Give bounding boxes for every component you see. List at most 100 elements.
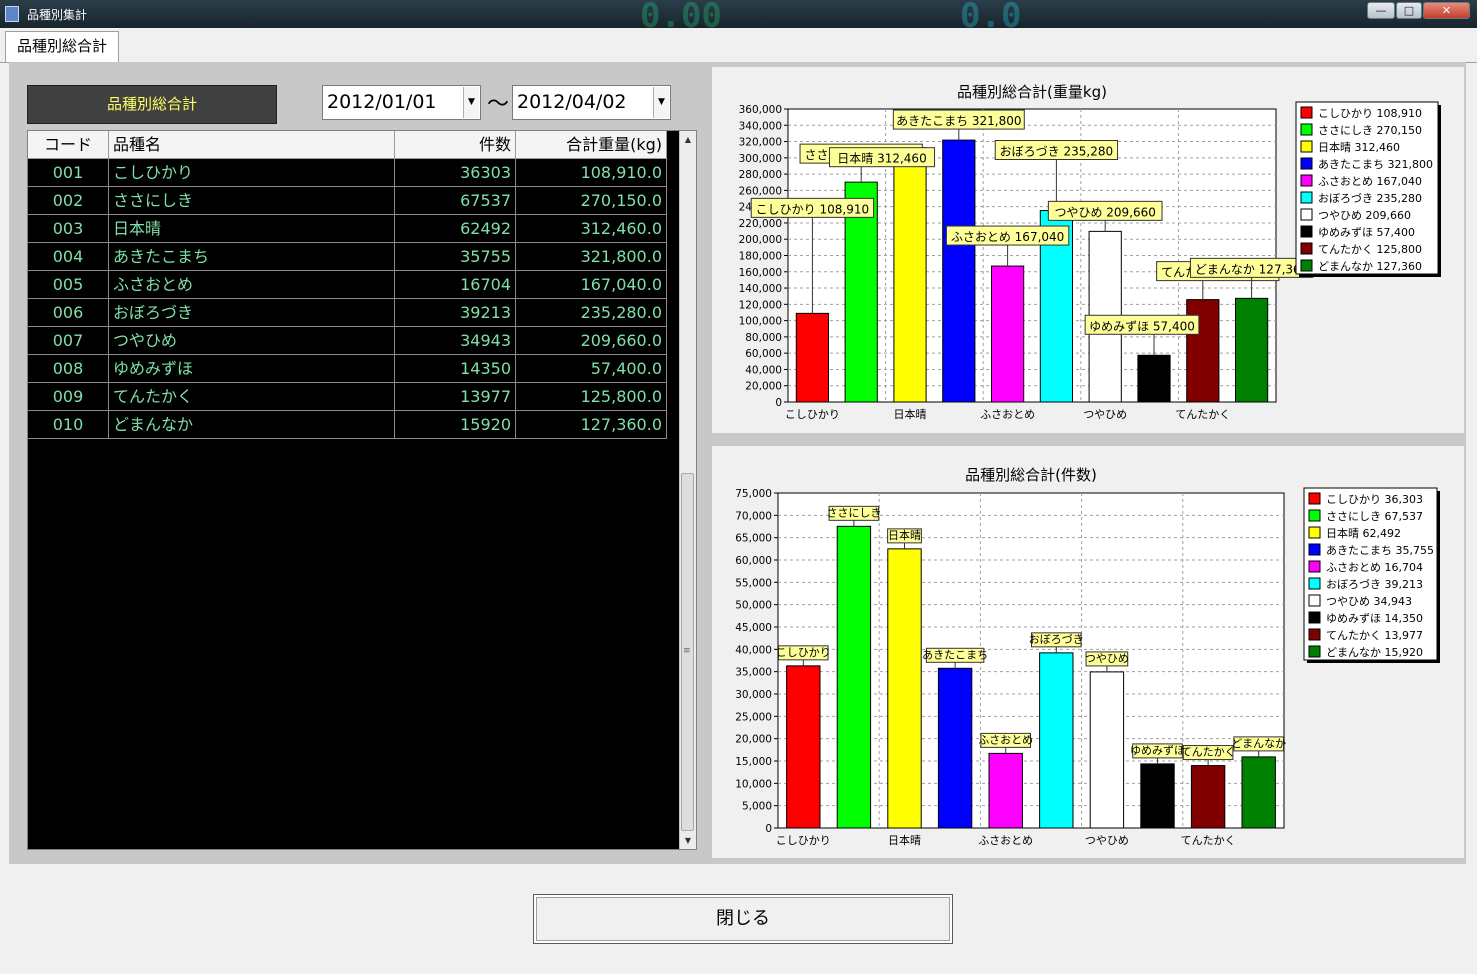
data-label: こしひかり 108,910	[756, 202, 869, 216]
legend-label: 日本晴 62,492	[1326, 526, 1401, 540]
date-range-separator: ～	[487, 92, 510, 117]
cell-weight: 312,460.0	[516, 215, 667, 243]
y-tick-label: 15,000	[735, 756, 772, 768]
x-tick-label: 日本晴	[888, 833, 921, 847]
cell-count: 34943	[395, 327, 516, 355]
app-window: 品種別集計 0.00 0.0 — □ ✕ 品種別総合計 品種別総合計 2012/…	[0, 0, 1477, 974]
data-grid[interactable]: コード 品種名 件数 合計重量(kg) 001 こしひかり 36303 108,910…	[27, 130, 697, 850]
y-tick-label: 40,000	[745, 364, 782, 376]
data-label: 日本晴 312,460	[837, 152, 926, 166]
cell-name: あきたこまち	[109, 243, 395, 271]
data-label: 日本晴	[888, 528, 921, 542]
column-header-code[interactable]: コード	[28, 131, 109, 159]
x-tick-label: てんたかく	[1175, 408, 1230, 421]
cell-weight: 125,800.0	[516, 383, 667, 411]
scroll-up-icon[interactable]: ▲	[680, 131, 696, 148]
cell-weight: 57,400.0	[516, 355, 667, 383]
cell-code: 006	[28, 299, 109, 327]
cell-name: ゆめみずほ	[109, 355, 395, 383]
table-row[interactable]: 010 どまんなか 15920 127,360.0	[28, 411, 667, 439]
y-tick-label: 75,000	[735, 488, 772, 500]
cell-count: 15920	[395, 411, 516, 439]
y-tick-label: 80,000	[745, 332, 782, 344]
data-label: おぼろづき 235,280	[1000, 145, 1113, 159]
maximize-button[interactable]: □	[1396, 2, 1422, 19]
date-from-select[interactable]: 2012/01/01 ▼	[322, 85, 481, 120]
y-tick-label: 65,000	[735, 533, 772, 545]
tab-summary[interactable]: 品種別総合計	[5, 31, 119, 62]
y-tick-label: 20,000	[735, 734, 772, 746]
scroll-down-icon[interactable]: ▼	[680, 832, 696, 849]
table-row[interactable]: 001 こしひかり 36303 108,910.0	[28, 159, 667, 187]
table-row[interactable]: 009 てんたかく 13977 125,800.0	[28, 383, 667, 411]
y-tick-label: 70,000	[735, 510, 772, 522]
y-tick-label: 20,000	[745, 381, 782, 393]
minimize-button[interactable]: —	[1367, 2, 1395, 19]
grid-scrollbar[interactable]: ▲ ≡ ▼	[679, 131, 696, 849]
cell-code: 007	[28, 327, 109, 355]
x-tick-label: ふさおとめ	[980, 408, 1035, 421]
dropdown-arrow-icon[interactable]: ▼	[653, 87, 669, 118]
grid-header: コード 品種名 件数 合計重量(kg)	[28, 131, 667, 159]
column-header-name[interactable]: 品種名	[109, 131, 395, 159]
legend-swatch	[1300, 191, 1313, 204]
data-label: どまんなか 127,360	[1195, 262, 1308, 276]
close-button[interactable]: 閉じる	[533, 894, 953, 944]
y-tick-label: 10,000	[735, 778, 772, 790]
table-row[interactable]: 004 あきたこまち 35755 321,800.0	[28, 243, 667, 271]
legend-swatch	[1300, 225, 1313, 238]
y-tick-label: 200,000	[739, 234, 782, 246]
legend-label: ふさおとめ 167,040	[1318, 175, 1422, 188]
legend-swatch	[1300, 140, 1313, 153]
table-row[interactable]: 003 日本晴 62492 312,460.0	[28, 215, 667, 243]
cell-weight: 270,150.0	[516, 187, 667, 215]
close-window-button[interactable]: ✕	[1423, 2, 1470, 19]
legend-swatch	[1308, 645, 1321, 658]
column-header-count[interactable]: 件数	[395, 131, 516, 159]
cell-name: どまんなか	[109, 411, 395, 439]
legend-label: おぼろづき 235,280	[1318, 192, 1422, 205]
cell-count: 62492	[395, 215, 516, 243]
column-header-weight[interactable]: 合計重量(kg)	[516, 131, 667, 159]
summary-heading-button[interactable]: 品種別総合計	[27, 85, 277, 124]
data-label: どまんなか	[1231, 737, 1286, 750]
dropdown-arrow-icon[interactable]: ▼	[463, 87, 479, 118]
legend-swatch	[1300, 123, 1313, 136]
y-tick-label: 50,000	[735, 600, 772, 612]
table-row[interactable]: 008 ゆめみずほ 14350 57,400.0	[28, 355, 667, 383]
x-tick-label: ふさおとめ	[978, 834, 1033, 847]
date-to-select[interactable]: 2012/04/02 ▼	[512, 85, 671, 120]
legend-swatch	[1308, 509, 1321, 522]
data-label: あきたこまち 321,800	[896, 114, 1021, 128]
data-label: おぼろづき	[1029, 633, 1084, 646]
table-row[interactable]: 006 おぼろづき 39213 235,280.0	[28, 299, 667, 327]
bar-7	[1089, 671, 1125, 829]
cell-name: つやひめ	[109, 327, 395, 355]
legend-swatch	[1300, 208, 1313, 221]
legend-label: つやひめ 209,660	[1318, 209, 1411, 222]
legend-label: おぼろづき 39,213	[1326, 578, 1423, 591]
cell-code: 004	[28, 243, 109, 271]
legend-swatch	[1308, 594, 1321, 607]
cell-code: 002	[28, 187, 109, 215]
bar-4	[942, 139, 976, 403]
legend-swatch	[1308, 526, 1321, 539]
bar-5	[988, 752, 1023, 829]
legend-swatch	[1308, 492, 1321, 505]
table-row[interactable]: 002 ささにしき 67537 270,150.0	[28, 187, 667, 215]
data-label: あきたこまち	[922, 648, 988, 661]
data-label: てんたかく	[1181, 746, 1236, 759]
table-row[interactable]: 007 つやひめ 34943 209,660.0	[28, 327, 667, 355]
cell-count: 35755	[395, 243, 516, 271]
table-row[interactable]: 005 ふさおとめ 16704 167,040.0	[28, 271, 667, 299]
cell-count: 14350	[395, 355, 516, 383]
x-tick-label: てんたかく	[1181, 834, 1236, 847]
cell-code: 010	[28, 411, 109, 439]
y-tick-label: 140,000	[739, 283, 782, 295]
legend-swatch	[1308, 628, 1321, 641]
scroll-grip-icon: ≡	[683, 646, 691, 656]
legend-swatch	[1308, 611, 1321, 624]
legend-label: あきたこまち 321,800	[1318, 158, 1433, 171]
data-label: つやひめ 209,660	[1054, 205, 1155, 219]
weight-bar-chart: 品種別総合計(重量kg) 0 20,000 40,000 60,000 80,000 100…	[739, 83, 1441, 421]
